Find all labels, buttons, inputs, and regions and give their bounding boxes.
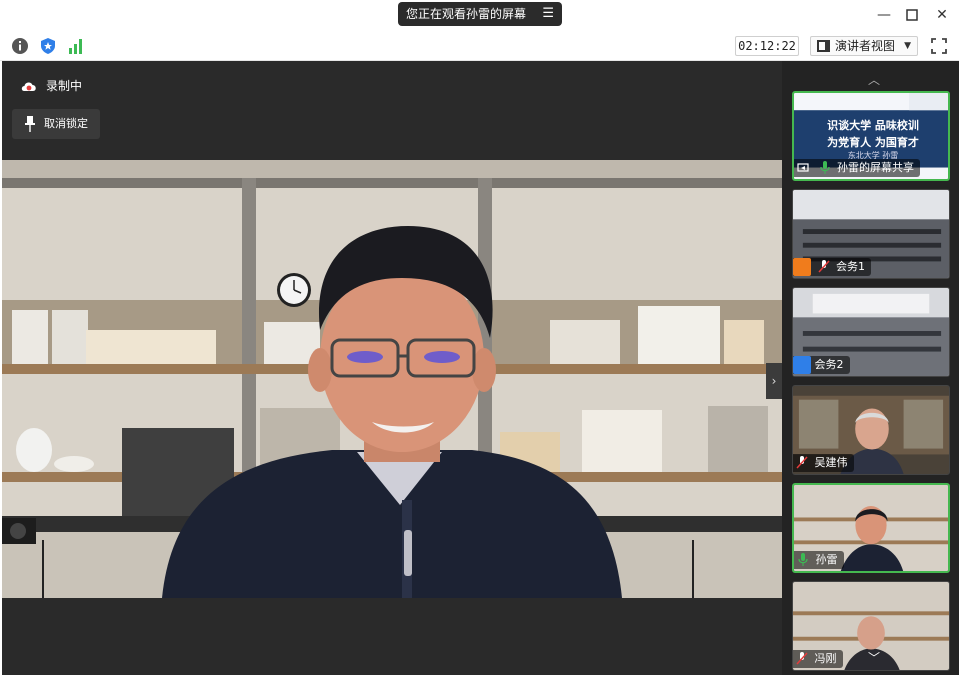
participant-tile-huiwu2[interactable]: 会务2 [792,287,950,377]
slide-line-1: 识谈大学 品味校训 [827,119,919,132]
chevron-right-icon[interactable]: › [766,363,782,399]
layout-icon [817,40,830,52]
avatar-icon [793,258,811,276]
view-mode-label: 演讲者视图 [835,39,896,53]
signal-bars-icon[interactable] [67,37,85,55]
speaker-video-frame [2,160,782,598]
close-icon[interactable]: ✕ [930,4,954,26]
participant-name-tag: 冯刚 [793,650,843,668]
maximize-icon[interactable] [900,4,924,26]
participant-name: 会务1 [836,260,865,273]
participant-tile-wujianwei[interactable]: 吴建伟 [792,385,950,475]
main-stage: 录制中 取消锁定 › [2,61,782,675]
chevron-down-icon[interactable]: ﹀ [866,651,882,665]
mic-muted-icon [793,650,811,668]
participant-name: 吴建伟 [814,456,848,469]
participant-name-tag: 吴建伟 [793,454,854,472]
participant-name: 冯刚 [814,652,837,665]
meeting-timer: 02:12:22 [735,36,799,56]
mic-muted-icon [815,258,833,276]
participant-name-tag: 会务2 [793,356,850,374]
list-menu-icon[interactable]: ☰ [542,2,554,26]
mic-on-icon [816,159,834,177]
participant-name: 会务2 [814,358,844,371]
minimize-icon[interactable]: — [872,4,896,26]
unpin-button[interactable]: 取消锁定 [12,109,100,139]
participant-name: 孙雷的屏幕共享 [837,161,914,174]
meeting-toolbar: 02:12:22 演讲者视图 ▼ [0,31,959,61]
screen-share-icon [794,159,812,177]
participant-tile-sunlei[interactable]: 孙雷 [792,483,950,573]
pin-icon [25,116,35,132]
participant-name-tag: 会务1 [793,258,871,276]
info-icon[interactable] [11,37,29,55]
shield-icon[interactable] [39,37,57,55]
view-mode-dropdown[interactable]: 演讲者视图 ▼ [810,36,918,56]
cloud-record-icon [21,82,36,91]
screen-share-status-pill[interactable]: 您正在观看孙雷的屏幕 ☰ [398,2,562,26]
share-status-text: 您正在观看孙雷的屏幕 [406,7,527,21]
participant-tile-screen-share[interactable]: 识谈大学 品味校训 为党育人 为国育才 东北大学 孙雷 孙雷的屏幕共享 [792,91,950,181]
participant-name: 孙雷 [815,553,838,566]
chevron-up-icon[interactable]: ︿ [866,73,882,87]
participant-name-tag: 孙雷的屏幕共享 [794,159,920,177]
recording-label: 录制中 [46,79,83,93]
slide-line-2: 为党育人 为国育才 [827,136,919,149]
participant-tile-huiwu1[interactable]: 会务1 [792,189,950,279]
unpin-label: 取消锁定 [44,117,88,130]
participant-sidebar: ︿ 识谈大学 品味校训 为党育人 为国育才 东北大学 孙雷 孙雷的屏幕共享 会务… [782,61,959,675]
fullscreen-icon[interactable] [930,37,948,55]
chevron-down-icon: ▼ [904,41,911,51]
speaker-video [2,160,782,598]
avatar-icon [793,356,811,374]
meeting-window: 您正在观看孙雷的屏幕 ☰ — ✕ 02:12:22 演讲者视图 ▼ 录制中 取消… [0,0,959,681]
participant-name-tag: 孙雷 [794,551,844,569]
title-bar: 您正在观看孙雷的屏幕 ☰ — ✕ [0,0,959,31]
recording-indicator: 录制中 [20,77,82,95]
mic-muted-icon [793,454,811,472]
mic-on-icon [794,551,812,569]
window-bottom-edge [0,675,959,681]
